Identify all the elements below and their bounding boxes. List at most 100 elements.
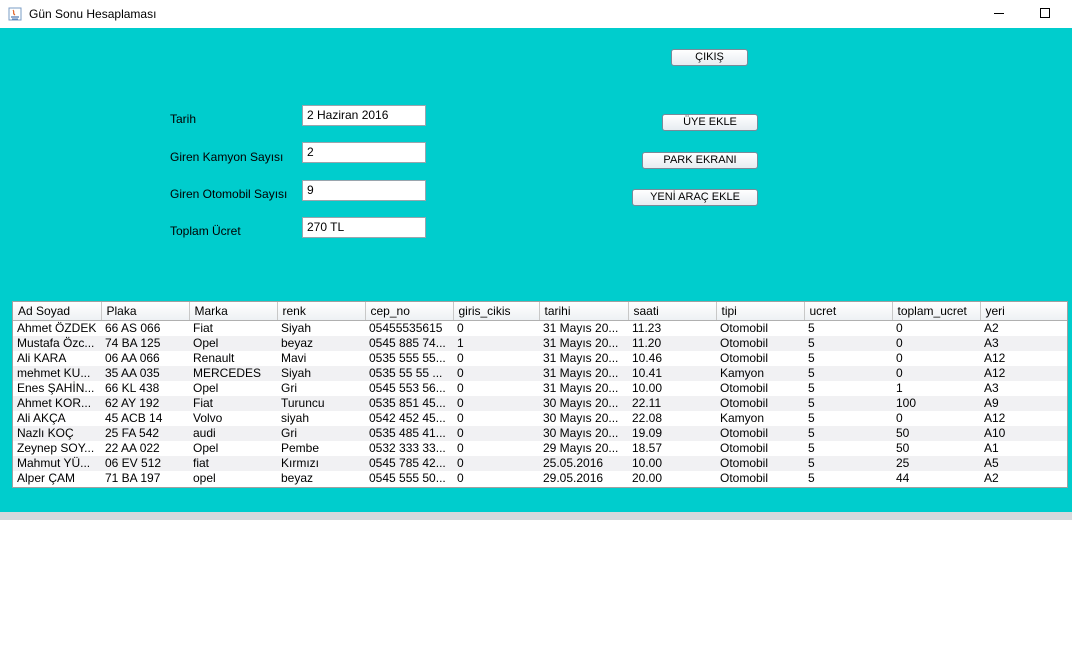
table-cell[interactable]: A12 [980, 411, 1067, 426]
table-cell[interactable]: 10.41 [628, 366, 716, 381]
table-cell[interactable]: 0 [453, 321, 539, 337]
table-cell[interactable]: 0532 333 33... [365, 441, 453, 456]
table-cell[interactable]: 0 [453, 411, 539, 426]
table-cell[interactable]: 30 Mayıs 20... [539, 426, 628, 441]
table-cell[interactable]: 22 AA 022 [101, 441, 189, 456]
table-cell[interactable]: 22.08 [628, 411, 716, 426]
table-cell[interactable]: A3 [980, 336, 1067, 351]
table-row[interactable]: Alper ÇAM 71 BA 197 opel beyaz 0545 555 50..… [13, 471, 1067, 486]
table-cell[interactable]: 0545 785 42... [365, 456, 453, 471]
table-cell[interactable]: 25.05.2016 [539, 456, 628, 471]
table-cell[interactable]: 5 [804, 351, 892, 366]
table-cell[interactable]: 31 Mayıs 20... [539, 351, 628, 366]
table-cell[interactable]: 0535 485 41... [365, 426, 453, 441]
table-cell[interactable]: 31 Mayıs 20... [539, 366, 628, 381]
table-cell[interactable]: Ali AKÇA [13, 411, 101, 426]
table-cell[interactable]: Otomobil [716, 381, 804, 396]
table-cell[interactable]: Otomobil [716, 321, 804, 337]
table-cell[interactable]: Alper ÇAM [13, 471, 101, 486]
table-cell[interactable]: 5 [804, 381, 892, 396]
table-cell[interactable]: 50 [892, 426, 980, 441]
uye-ekle-button[interactable]: ÜYE EKLE [662, 114, 758, 131]
column-header[interactable]: tarihi [539, 302, 629, 321]
table-cell[interactable]: beyaz [277, 471, 365, 486]
table-cell[interactable]: A2 [980, 471, 1067, 486]
table-cell[interactable]: Volvo [189, 411, 277, 426]
otomobil-count-field[interactable]: 9 [302, 180, 426, 201]
table-row[interactable]: Enes ŞAHİN... 66 KL 438 Opel Gri 0545 553 56… [13, 381, 1067, 396]
table-cell[interactable]: 06 EV 512 [101, 456, 189, 471]
table-row[interactable]: Mahmut YÜ... 06 EV 512 fiat Kırmızı 0545 785… [13, 456, 1067, 471]
column-header[interactable]: Marka [189, 302, 278, 321]
table-cell[interactable]: 0545 553 56... [365, 381, 453, 396]
table-cell[interactable]: 19.09 [628, 426, 716, 441]
yeni-arac-ekle-button[interactable]: YENİ ARAÇ EKLE [632, 189, 758, 206]
table-cell[interactable]: Zeynep SOY... [13, 441, 101, 456]
table-cell[interactable]: 18.57 [628, 441, 716, 456]
table-cell[interactable]: Renault [189, 351, 277, 366]
table-cell[interactable]: 31 Mayıs 20... [539, 336, 628, 351]
table-cell[interactable]: 0545 555 50... [365, 471, 453, 486]
toplam-ucret-field[interactable]: 270 TL [302, 217, 426, 238]
table-cell[interactable]: 44 [892, 471, 980, 486]
table-cell[interactable]: opel [189, 471, 277, 486]
table-cell[interactable]: 29 Mayıs 20... [539, 441, 628, 456]
minimize-button[interactable] [976, 0, 1022, 28]
table-cell[interactable]: 06 AA 066 [101, 351, 189, 366]
table-cell[interactable]: 31 Mayıs 20... [539, 381, 628, 396]
table-cell[interactable]: 0535 55 55 ... [365, 366, 453, 381]
table-cell[interactable]: Ali KARA [13, 351, 101, 366]
table-cell[interactable]: 71 BA 197 [101, 471, 189, 486]
table-cell[interactable]: Kamyon [716, 366, 804, 381]
table-cell[interactable]: 0 [453, 441, 539, 456]
table-cell[interactable]: 66 KL 438 [101, 381, 189, 396]
table-cell[interactable]: 0 [892, 366, 980, 381]
table-cell[interactable]: 5 [804, 396, 892, 411]
table-cell[interactable]: Otomobil [716, 426, 804, 441]
table-cell[interactable]: 35 AA 035 [101, 366, 189, 381]
table-cell[interactable]: 10.00 [628, 456, 716, 471]
table-cell[interactable]: 30 Mayıs 20... [539, 411, 628, 426]
table-cell[interactable]: A3 [980, 381, 1067, 396]
table-cell[interactable]: Gri [277, 381, 365, 396]
table-cell[interactable]: 0 [453, 351, 539, 366]
table-row[interactable]: Ahmet KOR... 62 AY 192 Fiat Turuncu 0535 851… [13, 396, 1067, 411]
table-cell[interactable]: Mahmut YÜ... [13, 456, 101, 471]
column-header[interactable]: cep_no [365, 302, 454, 321]
table-cell[interactable]: Opel [189, 336, 277, 351]
column-header[interactable]: Ad Soyad [13, 302, 102, 321]
tarih-field[interactable]: 2 Haziran 2016 [302, 105, 426, 126]
table-cell[interactable]: 10.46 [628, 351, 716, 366]
table-cell[interactable]: Siyah [277, 321, 365, 337]
column-header[interactable]: Plaka [101, 302, 190, 321]
table-cell[interactable]: 0 [453, 426, 539, 441]
table-row[interactable]: Zeynep SOY... 22 AA 022 Opel Pembe 0532 333 … [13, 441, 1067, 456]
table-cell[interactable]: A9 [980, 396, 1067, 411]
table-row[interactable]: Ali AKÇA 45 ACB 14 Volvo siyah 0542 452 45..… [13, 411, 1067, 426]
table-cell[interactable]: Fiat [189, 321, 277, 337]
table-cell[interactable]: 100 [892, 396, 980, 411]
table-cell[interactable]: 5 [804, 366, 892, 381]
table-cell[interactable]: 1 [453, 336, 539, 351]
table-cell[interactable]: A5 [980, 456, 1067, 471]
park-ekrani-button[interactable]: PARK EKRANI [642, 152, 758, 169]
table-cell[interactable]: 11.23 [628, 321, 716, 337]
table-cell[interactable]: Otomobil [716, 441, 804, 456]
table-cell[interactable]: 5 [804, 336, 892, 351]
column-header[interactable]: giris_cikis [453, 302, 540, 321]
table-cell[interactable]: 0 [453, 396, 539, 411]
table-cell[interactable]: 0535 851 45... [365, 396, 453, 411]
table-cell[interactable]: 0 [892, 351, 980, 366]
table-cell[interactable]: Gri [277, 426, 365, 441]
table-cell[interactable]: beyaz [277, 336, 365, 351]
table-cell[interactable]: 20.00 [628, 471, 716, 486]
table-cell[interactable]: 50 [892, 441, 980, 456]
table-cell[interactable]: 0 [453, 381, 539, 396]
table-cell[interactable]: 05455535615 [365, 321, 453, 337]
table-cell[interactable]: siyah [277, 411, 365, 426]
table-cell[interactable]: Fiat [189, 396, 277, 411]
records-table[interactable]: Ad Soyad Plaka Marka renk cep_no giris_c… [12, 301, 1068, 488]
table-cell[interactable]: Kamyon [716, 411, 804, 426]
table-cell[interactable]: 29.05.2016 [539, 471, 628, 486]
table-cell[interactable]: Turuncu [277, 396, 365, 411]
